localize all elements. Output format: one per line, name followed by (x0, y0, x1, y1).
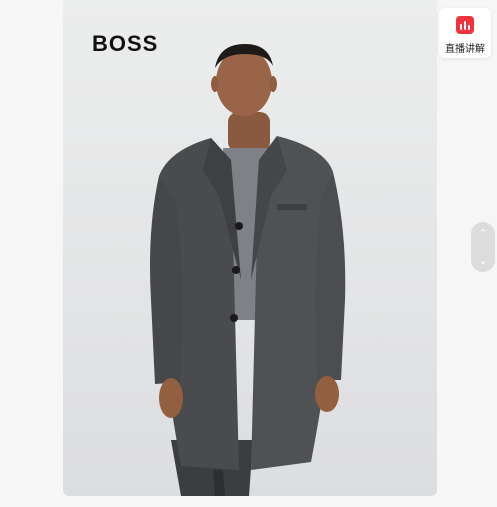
product-image[interactable]: BOSS (63, 0, 437, 496)
image-pager: ⌃ ⌄ (471, 222, 495, 272)
model-photo (150, 44, 346, 496)
chevron-down-icon[interactable]: ⌄ (478, 255, 487, 266)
chevron-up-icon[interactable]: ⌃ (478, 228, 487, 239)
live-bars-icon (456, 16, 474, 34)
live-explain-button[interactable]: 直播讲解 (439, 8, 491, 58)
live-explain-label: 直播讲解 (445, 44, 485, 55)
